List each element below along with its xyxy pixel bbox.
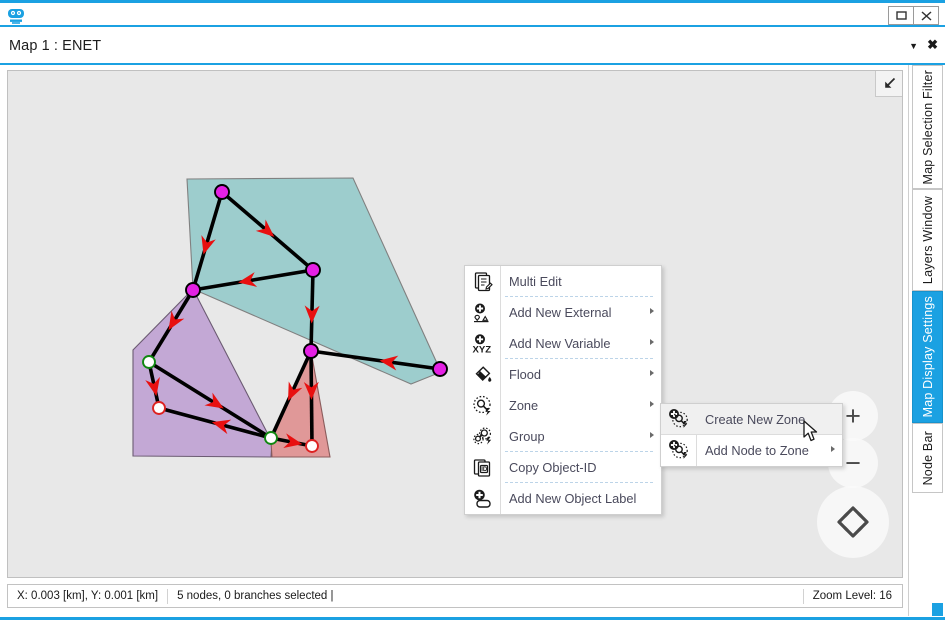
menu-item-label: Flood bbox=[509, 367, 542, 382]
node-n8[interactable] bbox=[264, 431, 278, 445]
node-n1[interactable] bbox=[214, 184, 230, 200]
menu-item-label: Copy Object-ID bbox=[509, 460, 597, 475]
status-selection: 5 nodes, 0 branches selected | bbox=[177, 590, 334, 602]
menu-item-label: Group bbox=[509, 429, 545, 444]
window-titlebar bbox=[0, 0, 945, 25]
menu-item-label: Multi Edit bbox=[509, 274, 562, 289]
flood-fill-icon bbox=[465, 359, 501, 390]
menu-item-copy-object-id[interactable]: ID Copy Object-ID bbox=[465, 452, 661, 483]
node-n7[interactable] bbox=[152, 401, 166, 415]
status-zoom-level: Zoom Level: 16 bbox=[812, 590, 892, 602]
map-canvas[interactable]: + − bbox=[7, 70, 903, 578]
menu-item-label: Zone bbox=[509, 398, 539, 413]
menu-item-add-new-object-label[interactable]: Add New Object Label bbox=[465, 483, 661, 514]
submenu-arrow-icon bbox=[831, 446, 835, 452]
network-diagram bbox=[132, 177, 448, 458]
add-external-icon bbox=[465, 297, 501, 328]
pan-right-icon bbox=[857, 512, 869, 532]
menu-item-flood[interactable]: Flood bbox=[465, 359, 661, 390]
page-title: Map 1 : ENET bbox=[9, 38, 102, 54]
window-controls bbox=[888, 6, 939, 25]
collapse-arrow-icon bbox=[884, 77, 895, 88]
menu-item-add-new-variable[interactable]: XYZ Add New Variable bbox=[465, 328, 661, 359]
node-n4[interactable] bbox=[303, 343, 319, 359]
restore-icon bbox=[895, 11, 907, 20]
pan-control[interactable] bbox=[817, 486, 889, 558]
zoom-in-label: + bbox=[845, 400, 861, 431]
svg-text:ID: ID bbox=[481, 467, 488, 473]
submenu-item-create-new-zone[interactable]: Create New Zone bbox=[661, 404, 842, 435]
group-icon bbox=[465, 421, 501, 452]
submenu-item-label: Add Node to Zone bbox=[705, 443, 809, 458]
submenu-item-add-node-to-zone[interactable]: Add Node to Zone bbox=[661, 435, 842, 466]
zone-icon bbox=[465, 390, 501, 421]
menu-item-label: Add New Variable bbox=[509, 336, 611, 351]
menu-item-zone[interactable]: Zone bbox=[465, 390, 661, 421]
svg-text:XYZ: XYZ bbox=[473, 344, 492, 354]
close-icon bbox=[921, 10, 931, 21]
context-menu[interactable]: Multi Edit Add New External XYZ Add New … bbox=[464, 265, 662, 515]
add-node-to-zone-icon bbox=[661, 435, 697, 466]
tab-node-bar[interactable]: Node Bar bbox=[912, 423, 943, 493]
node-n3[interactable] bbox=[185, 282, 201, 298]
node-n5[interactable] bbox=[432, 361, 448, 377]
create-new-zone-icon bbox=[661, 404, 697, 435]
branch[interactable] bbox=[309, 269, 315, 352]
application-window: Map 1 : ENET ▼ ✖ Map Selection Filter La… bbox=[0, 0, 945, 620]
submenu-arrow-icon bbox=[650, 370, 654, 376]
restore-button[interactable] bbox=[888, 6, 914, 25]
add-object-label-icon bbox=[465, 483, 501, 514]
tab-label: Map Selection Filter bbox=[920, 69, 935, 185]
pan-left-icon bbox=[837, 512, 849, 532]
tab-label: Layers Window bbox=[920, 195, 935, 285]
tab-label: Node Bar bbox=[920, 430, 935, 486]
submenu-arrow-icon bbox=[650, 401, 654, 407]
zoom-out-label: − bbox=[845, 447, 861, 478]
menu-item-multi-edit[interactable]: Multi Edit bbox=[465, 266, 661, 297]
menu-item-group[interactable]: Group bbox=[465, 421, 661, 452]
submenu-arrow-icon bbox=[650, 308, 654, 314]
node-n6[interactable] bbox=[142, 355, 156, 369]
close-window-button[interactable] bbox=[913, 6, 939, 25]
submenu-item-label: Create New Zone bbox=[705, 411, 806, 427]
app-logo-icon bbox=[6, 7, 26, 25]
window-bottom-edge bbox=[0, 616, 945, 620]
zone-submenu[interactable]: Create New Zone Add Node to Zone bbox=[660, 403, 843, 467]
collapse-panel-button[interactable] bbox=[875, 71, 902, 97]
node-n2[interactable] bbox=[305, 262, 321, 278]
tab-map-display-settings[interactable]: Map Display Settings bbox=[912, 291, 943, 423]
submenu-arrow-icon bbox=[650, 339, 654, 345]
tab-layers-window[interactable]: Layers Window bbox=[912, 189, 943, 291]
copy-object-id-icon: ID bbox=[465, 452, 501, 483]
multi-edit-icon bbox=[465, 266, 501, 297]
status-bar: X: 0.003 [km], Y: 0.001 [km] 5 nodes, 0 … bbox=[7, 584, 903, 608]
add-variable-xyz-icon: XYZ bbox=[465, 328, 501, 359]
tab-map-selection-filter[interactable]: Map Selection Filter bbox=[912, 65, 943, 189]
menu-item-add-new-external[interactable]: Add New External bbox=[465, 297, 661, 328]
menu-item-label: Add New Object Label bbox=[509, 491, 637, 506]
document-close-icon[interactable]: ✖ bbox=[927, 37, 938, 53]
submenu-arrow-icon bbox=[650, 432, 654, 438]
node-n9[interactable] bbox=[305, 439, 319, 453]
status-coordinates: X: 0.003 [km], Y: 0.001 [km] bbox=[17, 590, 159, 602]
document-menu-caret-icon[interactable]: ▼ bbox=[909, 41, 918, 51]
menu-item-label: Add New External bbox=[509, 305, 612, 320]
document-header: Map 1 : ENET ▼ ✖ bbox=[0, 25, 945, 65]
tab-label: Map Display Settings bbox=[920, 296, 935, 418]
right-tab-strip: Map Selection Filter Layers Window Map D… bbox=[908, 65, 945, 620]
